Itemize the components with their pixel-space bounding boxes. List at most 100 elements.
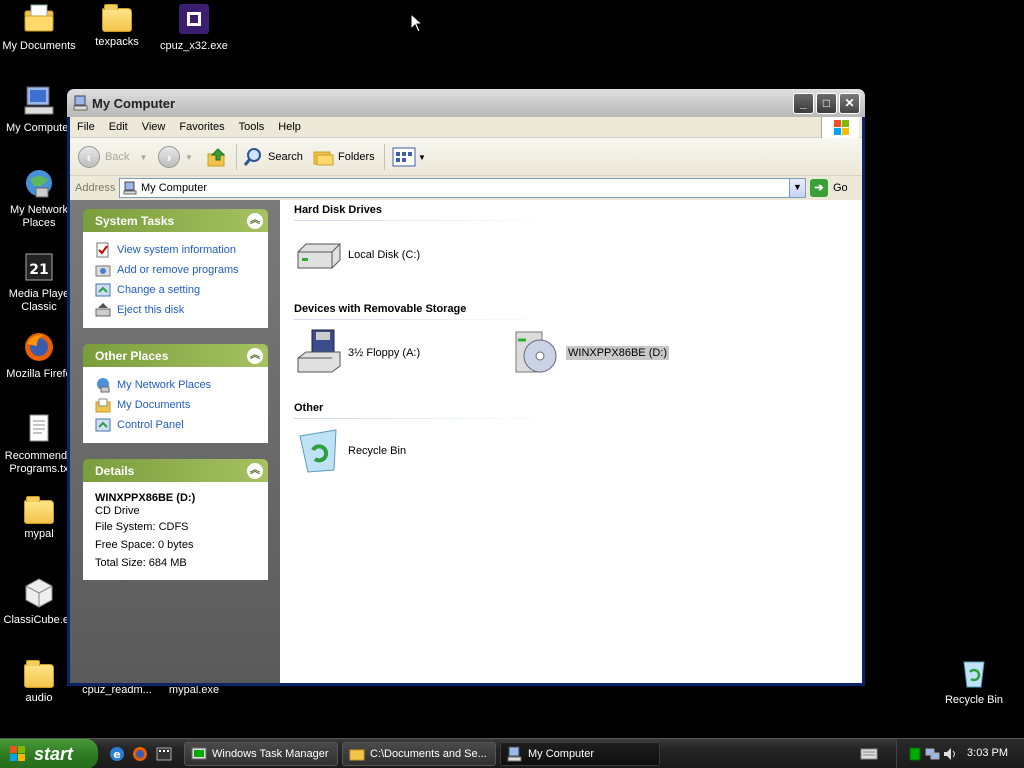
collapse-chevron-icon[interactable]: ︽ (247, 348, 263, 364)
up-button[interactable] (206, 144, 228, 170)
link-network-places[interactable]: My Network Places (95, 375, 258, 395)
address-input[interactable]: My Computer ▼ (119, 178, 806, 198)
maximize-button[interactable]: □ (816, 93, 837, 114)
start-button[interactable]: start (0, 739, 98, 768)
link-view-system-information[interactable]: View system information (95, 240, 258, 260)
keyboard-icon[interactable] (860, 747, 878, 761)
menu-help[interactable]: Help (271, 117, 308, 133)
link-label: Control Panel (117, 419, 184, 431)
floppy-a[interactable]: 3½ Floppy (A:) (294, 328, 420, 378)
file-view: Hard Disk Drives Local Disk (C:) Devices… (280, 200, 862, 683)
hard-disk-drives-header: Hard Disk Drives (294, 204, 383, 216)
toolbar-separator (236, 144, 237, 170)
taskbar-item-task-manager[interactable]: Windows Task Manager (184, 742, 338, 766)
folder-icon (24, 660, 54, 688)
tray-app-icon[interactable] (909, 747, 921, 761)
system-tasks-header[interactable]: System Tasks ︽ (83, 209, 268, 232)
my-documents-icon (95, 398, 111, 413)
network-tray-icon[interactable] (925, 747, 941, 761)
back-dropdown-icon: ▼ (139, 152, 148, 162)
desktop-icon-texpacks[interactable]: texpacks (78, 2, 156, 49)
network-places-icon (26, 170, 52, 198)
link-my-documents[interactable]: My Documents (95, 395, 258, 415)
desktop-icon-label: Recycle Bin (944, 694, 1004, 706)
minimize-button[interactable]: _ (793, 93, 814, 114)
folder-icon (24, 496, 54, 524)
taskbar-item-documents-folder[interactable]: C:\Documents and Se... (342, 742, 496, 766)
cd-drive-d[interactable]: WINXPPX86BE (D:) (512, 328, 670, 378)
back-arrow-icon: ‹ (78, 146, 100, 168)
firefox-icon[interactable] (131, 745, 149, 763)
desktop-icon-label: My Documents (2, 40, 76, 52)
computer-icon (507, 746, 522, 762)
details-header[interactable]: Details ︽ (83, 459, 268, 482)
details-type: CD Drive (95, 505, 140, 517)
menu-favorites[interactable]: Favorites (172, 117, 231, 133)
forward-dropdown-icon: ▼ (185, 152, 193, 162)
details-file-system: File System: CDFS (95, 521, 189, 533)
desktop-icon-label: audio (25, 692, 53, 704)
local-disk-c[interactable]: Local Disk (C:) (294, 230, 420, 280)
views-button[interactable]: ▼ (392, 144, 426, 170)
other-places-header[interactable]: Other Places ︽ (83, 344, 268, 367)
add-remove-programs-icon (95, 265, 111, 277)
item-label: WINXPPX86BE (D:) (566, 346, 670, 360)
link-label: My Documents (117, 399, 191, 411)
task-manager-icon (191, 747, 207, 760)
search-button[interactable]: Search (242, 144, 303, 170)
media-player-icon[interactable] (155, 745, 173, 763)
my-computer-window: My Computer _ □ ✕ File Edit View Favorites T… (67, 89, 865, 686)
section-divider (294, 220, 554, 221)
system-info-icon (96, 242, 109, 258)
internet-explorer-icon[interactable]: e (108, 745, 126, 763)
menu-view[interactable]: View (135, 117, 173, 133)
hard-disk-icon (297, 243, 341, 269)
link-change-setting[interactable]: Change a setting (95, 280, 258, 300)
desktop-icon-label: texpacks (95, 36, 139, 48)
desktop-icon-recycle-bin[interactable]: Recycle Bin (935, 656, 1013, 707)
back-button[interactable]: ‹ Back ▼ (78, 144, 147, 170)
link-control-panel[interactable]: Control Panel (95, 415, 258, 435)
toolbar-separator (384, 144, 385, 170)
collapse-chevron-icon[interactable]: ︽ (247, 463, 263, 479)
menu-bar: File Edit View Favorites Tools Help (70, 117, 862, 138)
item-label: 3½ Floppy (A:) (348, 347, 421, 359)
desktop-icon-cpuz[interactable]: cpuz_x32.exe (155, 2, 233, 53)
folders-button[interactable]: Folders (312, 144, 375, 170)
details-total-size: Total Size: 684 MB (95, 557, 187, 569)
menu-file[interactable]: File (70, 117, 102, 133)
menu-edit[interactable]: Edit (102, 117, 135, 133)
collapse-chevron-icon[interactable]: ︽ (247, 213, 263, 229)
taskbar-item-label: Windows Task Manager (212, 748, 329, 760)
recycle-bin[interactable]: Recycle Bin (294, 426, 406, 476)
start-label: start (34, 743, 74, 764)
link-label: Eject this disk (117, 304, 185, 316)
search-label: Search (268, 151, 303, 163)
network-places-icon (97, 378, 110, 393)
address-dropdown-icon[interactable]: ▼ (789, 179, 805, 197)
details-title: Details (95, 464, 135, 478)
desktop-icon-my-documents[interactable]: My Documents (0, 2, 78, 53)
clock[interactable]: 3:03 PM (967, 747, 1008, 759)
views-icon (392, 147, 416, 167)
link-label: My Network Places (117, 379, 212, 391)
search-icon (243, 148, 261, 166)
details-body: WINXPPX86BE (D:) CD Drive File System: C… (83, 482, 268, 580)
title-bar[interactable]: My Computer _ □ ✕ (67, 89, 865, 117)
item-label: Recycle Bin (348, 445, 407, 457)
volume-tray-icon[interactable] (943, 747, 957, 761)
menu-tools[interactable]: Tools (232, 117, 272, 133)
forward-button[interactable]: › ▼ (158, 144, 193, 170)
item-label: Local Disk (C:) (348, 249, 421, 261)
firefox-icon (25, 333, 53, 361)
section-divider (294, 319, 554, 320)
folder-icon (349, 749, 365, 761)
link-eject-disk[interactable]: Eject this disk (95, 300, 258, 320)
go-button[interactable]: ➔ Go (810, 178, 848, 198)
eject-icon (95, 303, 111, 317)
close-button[interactable]: ✕ (839, 93, 860, 114)
details-name: WINXPPX86BE (D:) (95, 492, 196, 504)
taskbar-item-my-computer[interactable]: My Computer (500, 742, 660, 766)
control-panel-icon (95, 418, 111, 432)
link-add-remove-programs[interactable]: Add or remove programs (95, 260, 258, 280)
